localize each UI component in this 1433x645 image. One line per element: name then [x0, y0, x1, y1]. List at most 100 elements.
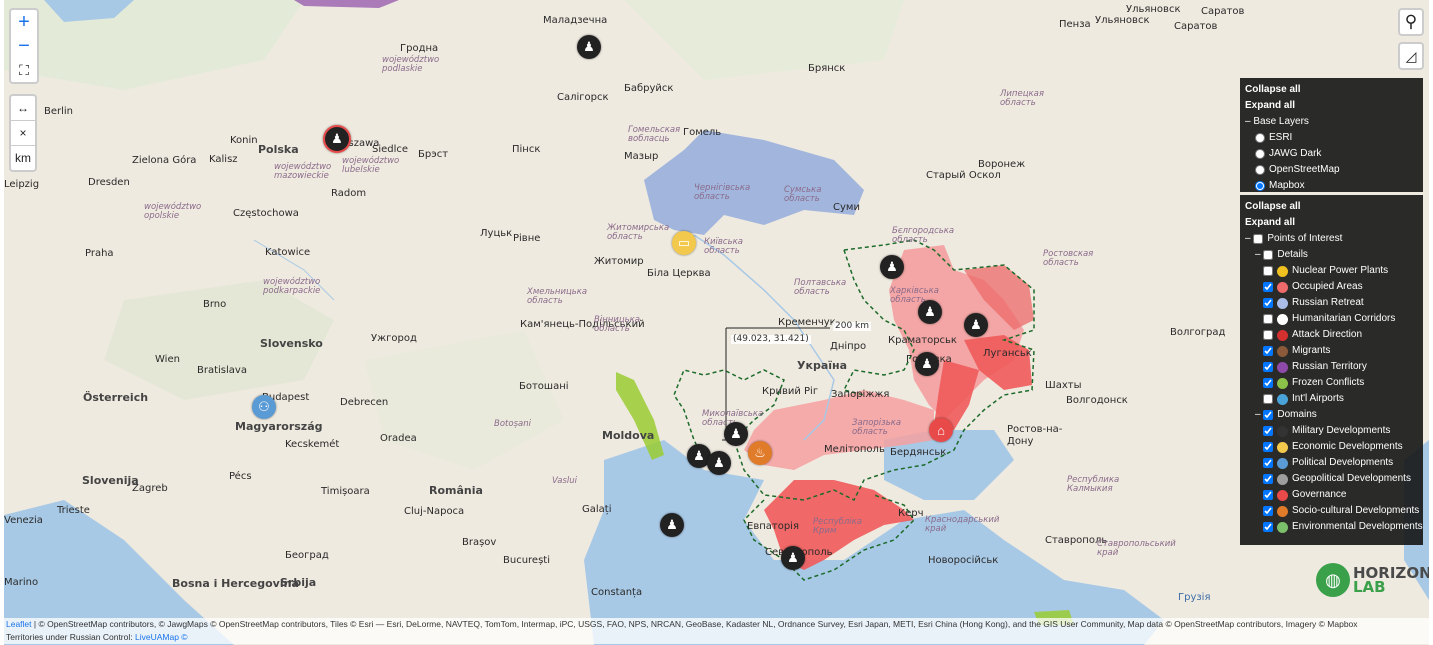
domains-header[interactable]: – Domains: [1245, 407, 1418, 423]
layer-label: Frozen Conflicts: [1292, 377, 1365, 388]
layer-checkbox[interactable]: [1263, 458, 1273, 468]
layer-checkbox[interactable]: [1263, 474, 1273, 484]
detail-layer-item[interactable]: Humanitarian Corridors: [1245, 311, 1418, 327]
zoom-out-button[interactable]: −: [11, 34, 37, 58]
layer-checkbox[interactable]: [1263, 506, 1273, 516]
base-layers-header[interactable]: – Base Layers: [1245, 114, 1418, 130]
layer-label: Military Developments: [1292, 425, 1391, 436]
points-of-interest-header[interactable]: – Points of Interest: [1245, 231, 1418, 247]
details-header[interactable]: – Details: [1245, 247, 1418, 263]
socio-cultural-marker[interactable]: ♨: [748, 441, 772, 465]
details-title: Details: [1277, 249, 1308, 260]
military-marker[interactable]: ♟: [781, 546, 805, 570]
domain-layer-item[interactable]: Socio-cultural Developments: [1245, 503, 1420, 519]
military-marker[interactable]: ♟: [577, 35, 601, 59]
layer-checkbox[interactable]: [1263, 362, 1273, 372]
base-layer-option[interactable]: ESRI: [1245, 130, 1418, 146]
layer-checkbox[interactable]: [1263, 266, 1273, 276]
base-layer-radio[interactable]: [1255, 149, 1265, 159]
domain-layer-item[interactable]: Economic Developments: [1245, 439, 1418, 455]
domain-layer-item[interactable]: Geopolitical Developments: [1245, 471, 1418, 487]
expand-all-link[interactable]: Expand all: [1245, 98, 1418, 114]
layer-checkbox[interactable]: [1263, 298, 1273, 308]
military-marker[interactable]: ♟: [964, 313, 988, 337]
draw-icon[interactable]: ◿: [1398, 42, 1424, 70]
military-marker[interactable]: ♟: [880, 255, 904, 279]
search-icon[interactable]: ⚲: [1398, 8, 1424, 36]
zoom-in-button[interactable]: +: [11, 10, 37, 34]
base-layer-radio[interactable]: [1255, 133, 1265, 143]
attribution-text: | © OpenStreetMap contributors, © JawgMa…: [31, 619, 1358, 629]
base-layer-radio[interactable]: [1255, 181, 1265, 191]
military-marker[interactable]: ♟: [918, 300, 942, 324]
coordinate-readout: (49.023, 31.421): [731, 334, 811, 344]
detail-layer-item[interactable]: Nuclear Power Plants: [1245, 263, 1418, 279]
zoom-control: + − ⛶: [9, 8, 39, 84]
detail-layer-item[interactable]: Occupied Areas: [1245, 279, 1418, 295]
military-marker[interactable]: ♟: [707, 451, 731, 475]
layer-checkbox[interactable]: [1263, 442, 1273, 452]
layer-label: Occupied Areas: [1292, 281, 1363, 292]
political-marker[interactable]: ⚇: [252, 395, 276, 419]
detail-layer-item[interactable]: Russian Retreat: [1245, 295, 1418, 311]
domains-checkbox[interactable]: [1263, 410, 1274, 420]
measure-clear-button[interactable]: ×: [11, 121, 35, 146]
layer-icon: [1277, 361, 1288, 373]
layer-checkbox[interactable]: [1263, 282, 1273, 292]
layer-icon: [1277, 377, 1288, 389]
measure-unit-button[interactable]: km: [11, 146, 35, 170]
governance-marker[interactable]: ⌂: [929, 418, 953, 442]
layer-label: Socio-cultural Developments: [1292, 505, 1420, 516]
layer-icon: [1277, 265, 1288, 277]
details-checkbox[interactable]: [1263, 250, 1274, 260]
detail-layer-item[interactable]: Russian Territory: [1245, 359, 1418, 375]
base-layer-option[interactable]: OpenStreetMap: [1245, 162, 1418, 178]
base-layer-label: JAWG Dark: [1269, 148, 1322, 159]
layer-icon: [1277, 393, 1288, 405]
layer-checkbox[interactable]: [1263, 490, 1273, 500]
liveuamap-link[interactable]: LiveUAMap ©: [135, 632, 188, 642]
layer-checkbox[interactable]: [1263, 346, 1273, 356]
domain-layer-item[interactable]: Military Developments: [1245, 423, 1418, 439]
layer-icon: [1277, 281, 1288, 293]
layer-checkbox[interactable]: [1263, 522, 1273, 532]
fullscreen-icon[interactable]: ⛶: [11, 58, 37, 82]
military-marker[interactable]: ♟: [915, 352, 939, 376]
governance-marker[interactable]: ♟: [323, 125, 351, 153]
scale-label: 200 km: [833, 321, 872, 331]
military-marker[interactable]: ♟: [660, 513, 684, 537]
expand-all-link[interactable]: Expand all: [1245, 215, 1418, 231]
base-layer-radio[interactable]: [1255, 165, 1265, 175]
base-layer-option[interactable]: Mapbox: [1245, 178, 1418, 194]
layer-checkbox[interactable]: [1263, 330, 1273, 340]
domains-title: Domains: [1277, 409, 1317, 420]
measure-control: ↔ × km: [9, 94, 37, 172]
layer-label: Governance: [1292, 489, 1347, 500]
layer-checkbox[interactable]: [1263, 426, 1273, 436]
base-layer-option[interactable]: JAWG Dark: [1245, 146, 1418, 162]
points-of-interest-checkbox[interactable]: [1253, 234, 1264, 244]
domain-layer-item[interactable]: Political Developments: [1245, 455, 1418, 471]
leaflet-link[interactable]: Leaflet: [6, 619, 32, 629]
economic-marker[interactable]: ▭: [672, 231, 696, 255]
layer-checkbox[interactable]: [1263, 394, 1273, 404]
collapse-all-link[interactable]: Collapse all: [1245, 199, 1418, 215]
military-marker[interactable]: ♟: [724, 422, 748, 446]
layer-icon: [1277, 521, 1288, 533]
detail-layer-item[interactable]: Frozen Conflicts: [1245, 375, 1418, 391]
layer-icon: [1277, 441, 1288, 453]
collapse-all-link[interactable]: Collapse all: [1245, 82, 1418, 98]
domain-layer-item[interactable]: Governance: [1245, 487, 1418, 503]
detail-layer-item[interactable]: Attack Direction: [1245, 327, 1418, 343]
map-canvas[interactable]: Polska Україна Magyarország România Slov…: [4, 0, 1429, 645]
detail-layer-item[interactable]: Int'l Airports: [1245, 391, 1418, 407]
detail-layer-item[interactable]: Migrants: [1245, 343, 1418, 359]
measure-arrow-icon[interactable]: ↔: [11, 96, 35, 121]
domain-layer-item[interactable]: Environmental Developments: [1245, 519, 1423, 535]
layer-label: Economic Developments: [1292, 441, 1403, 452]
base-layer-label: Mapbox: [1269, 180, 1305, 191]
globe-icon: ◍: [1316, 563, 1350, 597]
layer-label: Environmental Developments: [1292, 521, 1423, 532]
layer-checkbox[interactable]: [1263, 378, 1273, 388]
layer-checkbox[interactable]: [1263, 314, 1273, 324]
